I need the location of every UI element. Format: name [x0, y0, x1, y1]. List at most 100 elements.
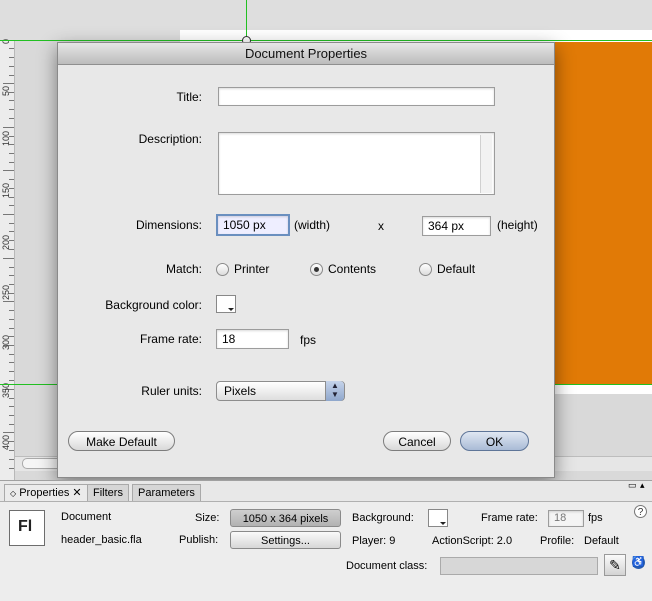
panel-background-swatch[interactable] [428, 509, 448, 527]
ruler-units-select[interactable]: Pixels ▲ ▼ [216, 381, 345, 401]
document-class-field[interactable] [440, 557, 598, 575]
tab-properties[interactable]: ◇ Properties ✕ [4, 484, 88, 501]
tab-filters[interactable]: Filters [87, 484, 129, 501]
ruler-tick [9, 48, 14, 49]
frame-rate-label: Frame rate: [139, 332, 202, 346]
background-color-swatch[interactable] [216, 295, 236, 313]
ruler-tick [9, 231, 14, 232]
ruler-tick [9, 118, 14, 119]
ruler-tick [9, 249, 14, 250]
edit-class-pencil-icon[interactable]: ✎ [604, 554, 626, 576]
document-type: Document [61, 511, 112, 523]
stage-orange-area [540, 42, 652, 384]
description-scrollbar[interactable] [480, 135, 492, 193]
profile-label: Profile: [540, 535, 575, 547]
ruler-tick [9, 136, 14, 137]
ruler-tick [9, 275, 14, 276]
title-field[interactable] [218, 87, 495, 106]
ruler-tick [9, 100, 14, 101]
match-label: Match: [165, 262, 202, 276]
file-name: header_basic.fla [61, 534, 142, 546]
ruler-tick [9, 197, 14, 198]
ruler-tick [9, 267, 14, 268]
match-contents-label[interactable]: Contents [328, 262, 376, 276]
ruler-tick [9, 319, 14, 320]
ruler-units-value: Pixels [224, 384, 257, 398]
ruler-tick [9, 57, 14, 58]
width-field[interactable]: 1050 px [216, 214, 290, 236]
panel-tab-bar: ◇ Properties ✕ Filters Parameters ▭ ▴ [0, 480, 652, 501]
ruler-tick [3, 83, 14, 84]
ruler-tick [9, 336, 14, 337]
ruler-tick [3, 258, 14, 259]
ruler-tick [9, 240, 14, 241]
stage-white-strip [540, 384, 652, 394]
description-label: Description: [138, 132, 202, 146]
ruler-tick [9, 354, 14, 355]
flash-icon-text: Fl [18, 518, 33, 535]
publish-settings-button[interactable]: Settings... [230, 531, 341, 549]
ruler-tick [9, 75, 14, 76]
close-tab-icon[interactable]: ✕ [72, 487, 81, 499]
help-icon[interactable]: ? [634, 505, 647, 518]
make-default-button[interactable]: Make Default [68, 431, 175, 451]
ruler-tick [9, 362, 14, 363]
ruler-tick [9, 179, 14, 180]
frame-rate-unit: fps [300, 333, 317, 347]
match-printer-label[interactable]: Printer [234, 262, 269, 276]
guide-line[interactable] [0, 40, 652, 41]
ruler-tick [3, 170, 14, 171]
panel-fps-label: fps [588, 512, 603, 524]
ruler-tick [9, 66, 14, 67]
ruler-tick [9, 205, 14, 206]
actionscript-version: ActionScript: 2.0 [432, 535, 513, 547]
ruler-tick [9, 406, 14, 407]
match-contents-radio[interactable] [310, 263, 323, 276]
cancel-button[interactable]: Cancel [383, 431, 451, 451]
width-suffix: (width) [294, 218, 331, 232]
ruler-tick [3, 432, 14, 433]
ruler-tick [9, 459, 14, 460]
ruler-tick [9, 424, 14, 425]
background-label: Background: [352, 512, 414, 524]
panel-frame-rate-field[interactable]: 18 [548, 510, 584, 527]
ruler-tick [3, 214, 14, 215]
publish-label: Publish: [179, 534, 219, 546]
ok-button[interactable]: OK [460, 431, 529, 451]
match-default-radio[interactable] [419, 263, 432, 276]
size-label: Size: [195, 512, 220, 524]
ruler-tick [9, 144, 14, 145]
ruler-tick [9, 310, 14, 311]
ruler-tick [3, 345, 14, 346]
ruler-tick [9, 284, 14, 285]
ruler-tick [9, 162, 14, 163]
match-default-label[interactable]: Default [437, 262, 475, 276]
accessibility-icon[interactable]: ♿ [632, 556, 645, 569]
ruler-tick [9, 153, 14, 154]
ruler-tick [9, 398, 14, 399]
ruler-tick [9, 468, 14, 469]
height-suffix: (height) [497, 218, 538, 232]
vertical-ruler [0, 40, 15, 480]
flash-document-icon: Fl [9, 510, 45, 546]
ruler-units-label: Ruler units: [141, 384, 202, 398]
ruler-tick [9, 188, 14, 189]
ruler-tick [9, 293, 14, 294]
panel-menu-icon[interactable]: ▭ [628, 480, 637, 491]
document-properties-dialog: Document Properties Title: Description: … [57, 42, 555, 478]
times-sign: x [378, 219, 384, 233]
updown-arrows-icon: ▲ ▼ [325, 381, 344, 401]
description-field[interactable] [218, 132, 495, 195]
frame-rate-field[interactable]: 18 [216, 329, 289, 349]
ruler-tick [9, 380, 14, 381]
height-field[interactable]: 364 px [422, 216, 491, 236]
tab-parameters[interactable]: Parameters [132, 484, 201, 501]
ruler-tick [9, 371, 14, 372]
background-color-label: Background color: [105, 298, 202, 312]
ruler-tick [9, 328, 14, 329]
tab-properties-label: Properties [19, 487, 70, 499]
match-printer-radio[interactable] [216, 263, 229, 276]
panel-collapse-arrow-icon[interactable]: ▴ [640, 480, 645, 491]
size-button[interactable]: 1050 x 364 pixels [230, 509, 341, 527]
panel-collapse-icon[interactable]: ◇ [10, 489, 16, 498]
